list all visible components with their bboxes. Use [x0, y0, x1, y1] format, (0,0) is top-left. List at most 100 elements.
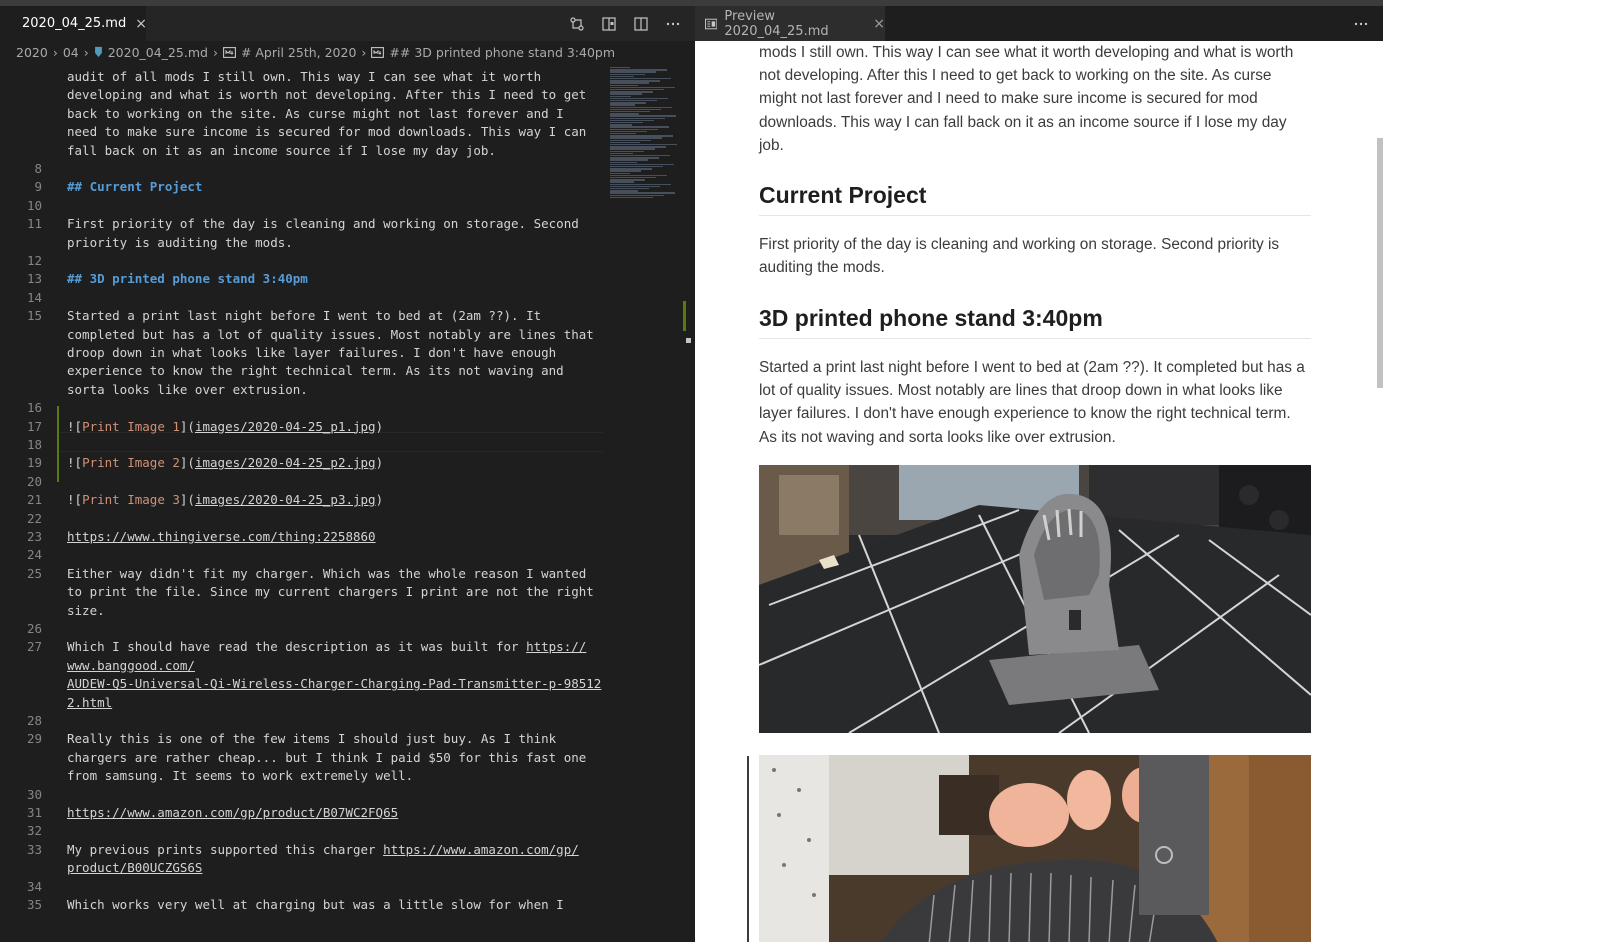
breadcrumb-item[interactable]: # April 25th, 2020	[222, 45, 356, 60]
minimap-line	[610, 152, 633, 155]
code-line[interactable]: First priority of the day is cleaning an…	[67, 215, 579, 233]
scrollbar-change-marker	[683, 301, 686, 331]
line-number: 12	[26, 253, 42, 268]
line-number: 29	[26, 731, 42, 747]
split-editor-icon[interactable]	[633, 16, 649, 32]
code-text: ![	[67, 492, 83, 508]
code-line[interactable]: My previous prints supported this charge…	[67, 841, 579, 859]
code-line[interactable]: priority is auditing the mods.	[67, 234, 293, 252]
line-number	[0, 123, 42, 141]
breadcrumb-item[interactable]: ## 3D printed phone stand 3:40pm	[371, 45, 615, 60]
code-line[interactable]: developing and what is worth not develop…	[67, 86, 586, 104]
more-actions-icon[interactable]	[665, 16, 681, 32]
preview-paragraph: mods I still own. This way I can see wha…	[759, 44, 1294, 154]
code-line[interactable]: sorta looks like over extrusion.	[67, 381, 308, 399]
code-line[interactable]: fall back on it as an income source if I…	[67, 142, 496, 160]
minimap-line	[610, 69, 667, 71]
editor-tab[interactable]: 2020_04_25.md ×	[0, 6, 147, 41]
code-link[interactable]: product/B00UCZGS6S	[67, 860, 202, 875]
close-icon[interactable]: ×	[135, 16, 147, 32]
preview-paragraph: First priority of the day is cleaning an…	[759, 236, 1280, 277]
code-link[interactable]: https://www.amazon.com/gp/product/B07WC2…	[67, 805, 398, 820]
code-line[interactable]: Started a print last night before I went…	[67, 307, 541, 325]
minimap-line	[610, 124, 632, 126]
open-preview-to-side-icon[interactable]	[601, 16, 617, 32]
code-line[interactable]: https://www.thingiverse.com/thing:225886…	[67, 528, 376, 546]
code-line[interactable]: Which I should have read the description…	[67, 638, 586, 656]
code-link[interactable]: https://www.thingiverse.com/thing:225886…	[67, 529, 376, 544]
editor-scrollbar[interactable]	[681, 63, 695, 942]
more-actions-icon[interactable]	[1353, 16, 1369, 32]
code-line[interactable]: completed but has a lot of quality issue…	[67, 326, 594, 344]
minimap-line	[610, 97, 668, 100]
code-line[interactable]: Which works very well at charging but wa…	[67, 896, 564, 914]
line-number: 23	[26, 529, 42, 544]
code-line[interactable]: https://www.amazon.com/gp/product/B07WC2…	[67, 804, 398, 822]
code-line[interactable]: droop down in what looks like layer fail…	[67, 344, 556, 362]
chevron-right-icon: ›	[52, 44, 58, 60]
code-text: ![	[67, 418, 83, 434]
code-text: need to make sure income is secured for …	[67, 124, 587, 140]
code-link[interactable]: 2.html	[67, 695, 112, 710]
code-heading: ## 3D printed phone stand 3:40pm	[67, 271, 308, 287]
code-alt-text: Print Image 1	[82, 418, 180, 434]
code-link[interactable]: https://www.amazon.com/gp/	[383, 842, 579, 857]
minimap-line	[610, 95, 631, 97]
markdown-editor-group: 2020_04_25.md × 2020 › 04 › 2020_04_25.m…	[0, 6, 695, 942]
open-changes-icon[interactable]	[569, 16, 585, 32]
code-line[interactable]: ![Print Image 3](images/2020-04-25_p3.jp…	[67, 491, 383, 509]
minimap-line	[610, 181, 634, 183]
code-line[interactable]: Really this is one of the few items I sh…	[67, 730, 556, 748]
preview-tab[interactable]: Preview 2020_04_25.md ×	[695, 6, 885, 41]
code-line[interactable]: 2.html	[67, 694, 112, 712]
code-link[interactable]: images/2020-04-25_p2.jpg	[195, 455, 376, 470]
close-icon[interactable]: ×	[873, 16, 885, 32]
symbol-string-icon	[371, 46, 385, 58]
line-number: 21	[26, 492, 42, 508]
minimap-line	[610, 185, 660, 188]
code-text: Either way didn't fit my charger. Which …	[67, 565, 587, 581]
minimap-line	[610, 194, 664, 196]
minimap-line	[610, 141, 640, 144]
minimap[interactable]	[607, 63, 680, 203]
code-link[interactable]: images/2020-04-25_p1.jpg	[195, 419, 376, 434]
chevron-right-icon: ›	[83, 44, 89, 60]
code-line[interactable]: chargers are rather cheap... but I think…	[67, 749, 586, 767]
minimap-line	[610, 115, 676, 117]
code-line[interactable]: back to working on the site. As curse mi…	[67, 105, 564, 123]
code-line[interactable]: ![Print Image 2](images/2020-04-25_p2.jp…	[67, 454, 383, 472]
code-text: Started a print last night before I went…	[67, 308, 542, 324]
minimap-line	[610, 108, 661, 111]
code-line[interactable]: AUDEW-Q5-Universal-Qi-Wireless-Charger-C…	[67, 675, 601, 693]
line-number	[0, 86, 42, 104]
code-line[interactable]: product/B00UCZGS6S	[67, 859, 202, 877]
code-link[interactable]: images/2020-04-25_p3.jpg	[195, 492, 376, 507]
code-line[interactable]: to print the file. Since my current char…	[67, 583, 594, 601]
breadcrumb-item[interactable]: 2020_04_25.md	[94, 45, 208, 60]
code-line[interactable]: ## 3D printed phone stand 3:40pm	[67, 270, 308, 288]
code-line[interactable]: Either way didn't fit my charger. Which …	[67, 565, 586, 583]
code-line[interactable]: ## Current Project	[67, 178, 202, 196]
minimap-line	[610, 104, 635, 106]
code-link[interactable]: AUDEW-Q5-Universal-Qi-Wireless-Charger-C…	[67, 676, 601, 691]
code-line[interactable]: need to make sure income is secured for …	[67, 123, 586, 141]
code-text: ](	[179, 455, 195, 471]
code-line[interactable]: audit of all mods I still own. This way …	[67, 68, 541, 86]
code-link[interactable]: https://	[526, 639, 586, 654]
line-number: 14	[26, 289, 42, 305]
minimap-line	[610, 163, 674, 166]
breadcrumb-item[interactable]: 04	[63, 45, 79, 60]
code-link[interactable]: www.banggood.com/	[67, 658, 195, 673]
line-number	[0, 749, 42, 767]
code-editor[interactable]: audit of all mods I still own. This way …	[0, 63, 605, 942]
code-text: ](	[179, 418, 195, 434]
code-alt-text: Print Image 2	[82, 455, 180, 471]
code-line[interactable]: from samsung. It seems to work extremely…	[67, 767, 413, 785]
code-line[interactable]: experience to know the right technical t…	[67, 362, 564, 380]
code-line[interactable]: ![Print Image 1](images/2020-04-25_p1.jp…	[67, 418, 383, 436]
code-line[interactable]: www.banggood.com/	[67, 657, 195, 675]
code-line[interactable]: size.	[67, 602, 105, 620]
breadcrumb-item[interactable]: 2020	[16, 45, 48, 60]
line-number: 11	[26, 216, 42, 232]
preview-paragraph: Started a print last night before I went…	[759, 359, 1305, 446]
